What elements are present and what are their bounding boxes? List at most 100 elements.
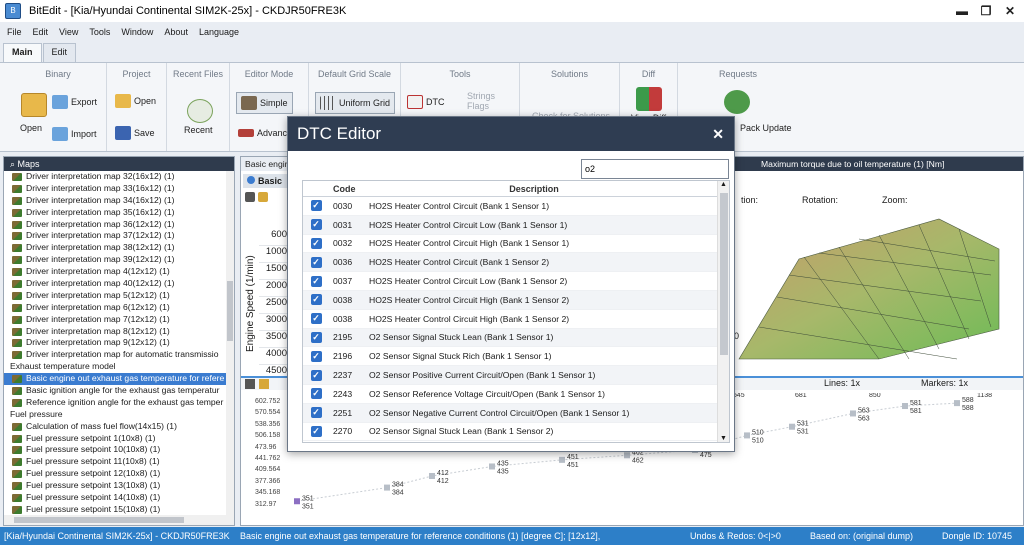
dtc-scroll-thumb[interactable] — [720, 193, 728, 355]
chart-point[interactable] — [489, 463, 495, 470]
tree-item[interactable]: Basic ignition angle for the exhaust gas… — [4, 385, 234, 397]
tree-item[interactable]: Driver interpretation map 8(12x12) (1) — [4, 326, 234, 338]
tree-item[interactable]: Driver interpretation map 38(12x12) (1) — [4, 242, 234, 254]
tree-item[interactable]: Driver interpretation map 40(12x12) (1) — [4, 278, 234, 290]
tree-item[interactable]: Driver interpretation map 6(12x12) (1) — [4, 302, 234, 314]
chart-point[interactable] — [294, 498, 300, 505]
chart-point[interactable] — [429, 472, 435, 479]
tree-item[interactable]: Reference ignition angle for the exhaust… — [4, 397, 234, 409]
tree-item[interactable]: Driver interpretation map 7(12x12) (1) — [4, 314, 234, 326]
binary-export-button[interactable]: Export — [52, 95, 97, 109]
tree-item[interactable]: Driver interpretation map 4(12x12) (1) — [4, 266, 234, 278]
chart-point[interactable] — [559, 456, 565, 463]
tree-item[interactable]: Fuel pressure setpoint 10(10x8) (1) — [4, 444, 234, 456]
menu-tools[interactable]: Tools — [89, 27, 110, 37]
dtc-row[interactable]: ✓ 2237 O2 Sensor Positive Current Circuit/… — [303, 366, 729, 385]
tree-item[interactable]: Driver interpretation map 34(16x12) (1) — [4, 195, 234, 207]
doc-tab-basic-engine[interactable]: Basic engin — [241, 157, 294, 171]
dtc-row[interactable]: ✓ 0032 HO2S Heater Control Circuit High (B… — [303, 235, 729, 254]
simple-mode-button[interactable]: Simple — [236, 92, 293, 114]
dtc-checkbox[interactable]: ✓ — [310, 388, 322, 400]
dtc-checkbox[interactable]: ✓ — [310, 313, 322, 325]
chart-color-icon[interactable] — [259, 379, 269, 389]
chart-point[interactable] — [902, 403, 908, 410]
dtc-search-input[interactable] — [581, 159, 729, 179]
scroll-down-icon[interactable]: ▼ — [720, 435, 727, 442]
color-icon[interactable] — [258, 192, 268, 202]
tree-item[interactable]: Driver interpretation map 9(12x12) (1) — [4, 337, 234, 349]
chart-point[interactable] — [789, 423, 795, 430]
doc-tab-max-torque[interactable]: Maximum torque due to oil temperature (1… — [757, 157, 948, 171]
markers-control[interactable]: Markers: 1x — [921, 378, 968, 388]
dtc-checkbox[interactable]: ✓ — [310, 331, 322, 343]
menu-file[interactable]: File — [7, 27, 22, 37]
tree-category[interactable]: Exhaust temperature model — [4, 361, 234, 373]
project-open-button[interactable]: Open — [115, 94, 156, 108]
dtc-button[interactable]: DTC — [407, 95, 445, 109]
tree-item[interactable]: Fuel pressure setpoint 13(10x8) (1) — [4, 480, 234, 492]
dtc-row[interactable]: ✓ 0031 HO2S Heater Control Circuit Low (Ba… — [303, 215, 729, 235]
dtc-checkbox[interactable]: ✓ — [310, 425, 322, 437]
chart-point[interactable] — [744, 432, 750, 439]
dtc-checkbox[interactable]: ✓ — [310, 275, 322, 287]
menu-about[interactable]: About — [164, 27, 188, 37]
tree-item[interactable]: Fuel pressure setpoint 14(10x8) (1) — [4, 492, 234, 504]
dtc-checkbox[interactable]: ✓ — [310, 256, 322, 268]
dtc-checkbox[interactable]: ✓ — [310, 407, 322, 419]
dtc-row[interactable]: ✓ 0038 HO2S Heater Control Circuit High (B… — [303, 310, 729, 329]
close-window-button[interactable]: ✕ — [996, 2, 1024, 20]
chart-point[interactable] — [850, 410, 856, 417]
tree-item[interactable]: Calculation of mass fuel flow(14x15) (1) — [4, 421, 234, 433]
dtc-vertical-scrollbar[interactable]: ▲ ▼ — [717, 181, 729, 442]
dtc-row[interactable]: ✓ 2195 O2 Sensor Signal Stuck Lean (Bank 1… — [303, 328, 729, 348]
tree-item[interactable]: Driver interpretation map 35(16x12) (1) — [4, 207, 234, 219]
tree-item[interactable]: Driver interpretation map 36(12x12) (1) — [4, 219, 234, 231]
tab-edit[interactable]: Edit — [42, 43, 77, 62]
surface-3d-view[interactable]: tion: Rotation: Zoom: 10 — [689, 191, 1023, 371]
lines-control[interactable]: Lines: 1x — [824, 378, 860, 388]
tree-item[interactable]: Fuel pressure setpoint 11(10x8) (1) — [4, 456, 234, 468]
description-column-header[interactable]: Description — [365, 181, 729, 196]
chart-point[interactable] — [954, 400, 960, 407]
menu-edit[interactable]: Edit — [33, 27, 49, 37]
tab-main[interactable]: Main — [3, 43, 42, 62]
advanced-mode-button[interactable]: Advanc — [238, 128, 287, 138]
dtc-checkbox[interactable]: ✓ — [310, 294, 322, 306]
maps-horizontal-scrollbar[interactable] — [4, 515, 234, 525]
tree-item[interactable]: Driver interpretation map for automatic … — [4, 349, 234, 361]
code-column-header[interactable]: Code — [329, 181, 365, 196]
menu-window[interactable]: Window — [121, 27, 153, 37]
dtc-row[interactable]: ✓ 2270 O2 Sensor Signal Stuck Lean (Bank 1… — [303, 423, 729, 442]
binary-import-button[interactable]: Import — [52, 127, 97, 141]
dtc-checkbox[interactable]: ✓ — [310, 200, 322, 212]
project-save-button[interactable]: Save — [115, 126, 155, 140]
dtc-row[interactable]: ✓ 2243 O2 Sensor Reference Voltage Circuit… — [303, 385, 729, 404]
dtc-checkbox[interactable]: ✓ — [310, 350, 322, 362]
chart-point[interactable] — [624, 452, 630, 459]
tree-item[interactable]: Fuel pressure setpoint 12(10x8) (1) — [4, 468, 234, 480]
binary-open-button[interactable]: Open — [20, 123, 42, 133]
tree-item[interactable]: Driver interpretation map 5(12x12) (1) — [4, 290, 234, 302]
dtc-close-button[interactable]: ✕ — [712, 126, 724, 143]
dtc-row[interactable]: ✓ 0038 HO2S Heater Control Circuit High (B… — [303, 290, 729, 310]
dtc-checkbox[interactable]: ✓ — [310, 219, 322, 231]
strings-flags-button[interactable]: Strings Flags — [467, 91, 495, 111]
dtc-checkbox[interactable]: ✓ — [310, 237, 322, 249]
tree-item[interactable]: Fuel pressure setpoint 1(10x8) (1) — [4, 433, 234, 445]
chart-point[interactable] — [384, 484, 390, 491]
chart-move-icon[interactable] — [245, 379, 255, 389]
uniform-grid-button[interactable]: Uniform Grid — [315, 92, 396, 114]
scroll-up-icon[interactable]: ▲ — [720, 181, 727, 188]
dtc-row[interactable]: ✓ 2196 O2 Sensor Signal Stuck Rich (Bank 1… — [303, 347, 729, 367]
tree-category[interactable]: Fuel pressure — [4, 409, 234, 421]
recent-button[interactable]: Recent — [184, 125, 213, 135]
dtc-row[interactable]: ✓ 0037 HO2S Heater Control Circuit Low (Ba… — [303, 272, 729, 291]
menu-view[interactable]: View — [59, 27, 78, 37]
pack-update-button[interactable]: Pack Update — [740, 123, 792, 133]
dtc-row[interactable]: ✓ 2251 O2 Sensor Negative Current Control … — [303, 403, 729, 423]
tree-item[interactable]: Basic engine out exhaust gas temperature… — [4, 373, 234, 386]
tree-item[interactable]: Driver interpretation map 32(16x12) (1) — [4, 171, 234, 183]
dtc-row[interactable]: ✓ 0030 HO2S Heater Control Circuit (Bank 1… — [303, 197, 729, 216]
maps-vertical-scrollbar[interactable] — [226, 171, 234, 515]
tree-item[interactable]: Driver interpretation map 33(16x12) (1) — [4, 183, 234, 195]
